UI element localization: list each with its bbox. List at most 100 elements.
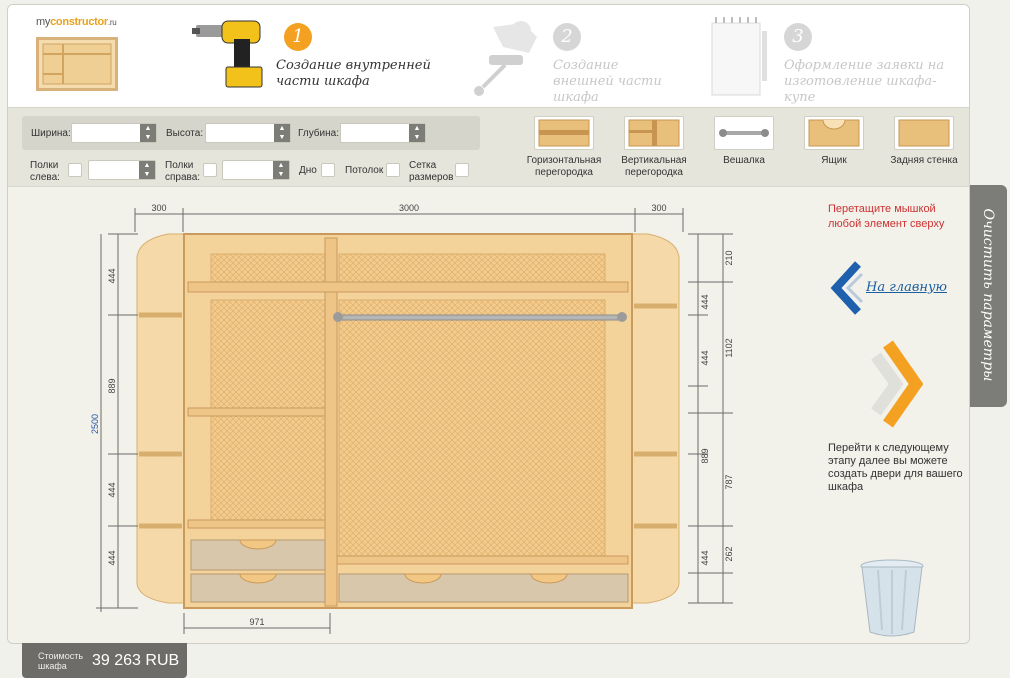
horizontal-partition[interactable] <box>187 281 629 293</box>
width-label: Ширина: <box>31 128 71 139</box>
dim-left-3: 444 <box>107 482 117 497</box>
work-area: 300 3000 300 971 2500 444 889 444 444 44… <box>8 188 969 644</box>
step-2-number: 2 <box>553 23 581 51</box>
back-wall-panel[interactable] <box>210 299 326 409</box>
dim-bottom: 971 <box>249 617 264 627</box>
dim-right-outer-3: 889 <box>700 448 710 463</box>
notepad-icon <box>711 17 767 96</box>
hanger-rail[interactable] <box>337 314 623 321</box>
chevron-left-icon <box>830 261 864 315</box>
back-wall-panel[interactable] <box>338 253 606 283</box>
hanger-rail-icon <box>714 116 774 150</box>
cost-amount: 39 263 <box>92 652 141 669</box>
dim-top-center: 3000 <box>399 203 419 213</box>
logo[interactable]: myconstructor.ru <box>36 16 117 28</box>
constructor-app: myconstructor.ru 1 Создание внутренней ч… <box>7 4 970 644</box>
next-step-arrow-icon[interactable] <box>866 338 926 430</box>
step-2-label: Создание внешней части шкафа <box>553 58 662 105</box>
shelves-right-checkbox[interactable] <box>203 163 217 177</box>
palette-label: Ящик <box>821 155 847 166</box>
palette-drawer[interactable]: Ящик <box>794 116 874 167</box>
dim-right-outer-4: 444 <box>700 550 710 565</box>
paint-roller-icon <box>474 21 537 96</box>
grid-checkbox[interactable] <box>455 163 469 177</box>
dim-top-right: 300 <box>651 203 666 213</box>
horizontal-partition[interactable] <box>187 519 326 529</box>
trash-bin-icon[interactable] <box>858 558 928 640</box>
ceiling-label: Потолок <box>345 165 384 176</box>
home-link-block[interactable]: На главную <box>830 260 960 316</box>
step-2[interactable]: 2 Создание внешней части шкафа <box>463 17 693 105</box>
cost-value: 39 263 RUB <box>92 652 179 670</box>
spinner-arrows-icon[interactable]: ▲ ▼ <box>139 161 155 179</box>
dim-left-4: 444 <box>107 550 117 565</box>
step-3-label: Оформление заявки на изготовление шкафа-… <box>784 58 945 105</box>
palette-horizontal-partition[interactable]: Горизонтальная перегородка <box>524 116 604 179</box>
back-wall-panel[interactable] <box>338 299 606 557</box>
bottom-checkbox[interactable] <box>321 163 335 177</box>
depth-input[interactable]: ▲ ▼ <box>340 123 426 143</box>
step-3[interactable]: 3 Оформление заявки на изготовление шкаф… <box>708 17 963 105</box>
dimension-params: Ширина: ▲ ▼ Высота: ▲ ▼ Глубина: ▲ ▼ <box>22 116 480 150</box>
dim-right-inner-4: 262 <box>724 546 734 561</box>
shelves-right-label: Полки справа: <box>165 160 201 183</box>
shelves-left-input[interactable]: ▲ ▼ <box>88 160 156 180</box>
palette-label: Задняя стенка <box>890 155 958 166</box>
height-input[interactable]: ▲ ▼ <box>205 123 291 143</box>
left-side-shelves[interactable] <box>136 233 185 604</box>
cost-panel: Стоимость шкафа 39 263 RUB <box>22 643 187 678</box>
vertical-partition-icon <box>624 116 684 150</box>
back-wall-panel[interactable] <box>210 253 326 283</box>
horizontal-partition[interactable] <box>336 555 629 565</box>
drill-icon <box>192 20 263 88</box>
rail-end <box>617 312 627 322</box>
step-3-number: 3 <box>784 23 812 51</box>
bottom-label: Дно <box>299 165 317 176</box>
header: myconstructor.ru 1 Создание внутренней ч… <box>8 5 969 107</box>
wardrobe-drawing[interactable]: 300 3000 300 971 2500 444 889 444 444 44… <box>8 188 788 644</box>
right-side-shelves[interactable] <box>631 233 680 604</box>
palette-back-wall[interactable]: Задняя стенка <box>884 116 964 167</box>
drawer[interactable] <box>338 573 629 603</box>
depth-label: Глубина: <box>298 128 339 139</box>
ceiling-checkbox[interactable] <box>386 163 400 177</box>
clear-params-button[interactable]: Очистить параметры <box>970 185 1007 407</box>
spinner-arrows-icon[interactable]: ▲ ▼ <box>140 124 156 142</box>
back-wall-panel[interactable] <box>210 415 326 521</box>
spinner-arrows-icon[interactable]: ▲ ▼ <box>274 124 290 142</box>
spinner-arrows-icon[interactable]: ▲ ▼ <box>273 161 289 179</box>
shelves-left-label: Полки слева: <box>30 160 60 183</box>
palette-label: Горизонтальная перегородка <box>526 155 602 178</box>
horizontal-partition-icon <box>534 116 594 150</box>
shelves-left-checkbox[interactable] <box>68 163 82 177</box>
shelves-right-input[interactable]: ▲ ▼ <box>222 160 290 180</box>
logo-wardrobe-thumbnail <box>36 37 118 91</box>
cost-currency: RUB <box>145 652 180 669</box>
dim-left-2: 889 <box>107 378 117 393</box>
dim-total-height: 2500 <box>90 414 100 434</box>
vertical-partition[interactable] <box>324 237 338 607</box>
step-1[interactable]: 1 Создание внутренней части шкафа <box>192 17 442 101</box>
rail-end <box>333 312 343 322</box>
grid-label: Сетка размеров <box>409 160 454 183</box>
horizontal-partition[interactable] <box>187 407 326 417</box>
palette-vertical-partition[interactable]: Вертикальная перегородка <box>614 116 694 179</box>
dim-left-1: 444 <box>107 268 117 283</box>
dim-right-inner-3: 787 <box>724 474 734 489</box>
drag-hint: Перетащите мышкой любой элемент сверху <box>828 203 945 230</box>
next-step-text: Перейти к следующему этапу далее вы може… <box>828 442 963 493</box>
spinner-arrows-icon[interactable]: ▲ ▼ <box>409 124 425 142</box>
height-label: Высота: <box>166 128 204 139</box>
dim-top-left: 300 <box>151 203 166 213</box>
drawer-icon <box>804 116 864 150</box>
step-1-label: Создание внутренней части шкафа <box>276 58 431 89</box>
toolbar: Ширина: ▲ ▼ Высота: ▲ ▼ Глубина: ▲ ▼ Полки … <box>8 107 969 187</box>
dim-right-inner-2: 1102 <box>724 338 734 357</box>
back-wall-icon <box>894 116 954 150</box>
width-input[interactable]: ▲ ▼ <box>71 123 157 143</box>
home-link[interactable]: На главную <box>866 280 947 295</box>
clear-params-label: Очистить параметры <box>980 208 996 382</box>
cost-label: Стоимость шкафа <box>38 651 84 671</box>
palette-hanger[interactable]: Вешалка <box>704 116 784 167</box>
dim-right-outer-2: 444 <box>700 350 710 365</box>
